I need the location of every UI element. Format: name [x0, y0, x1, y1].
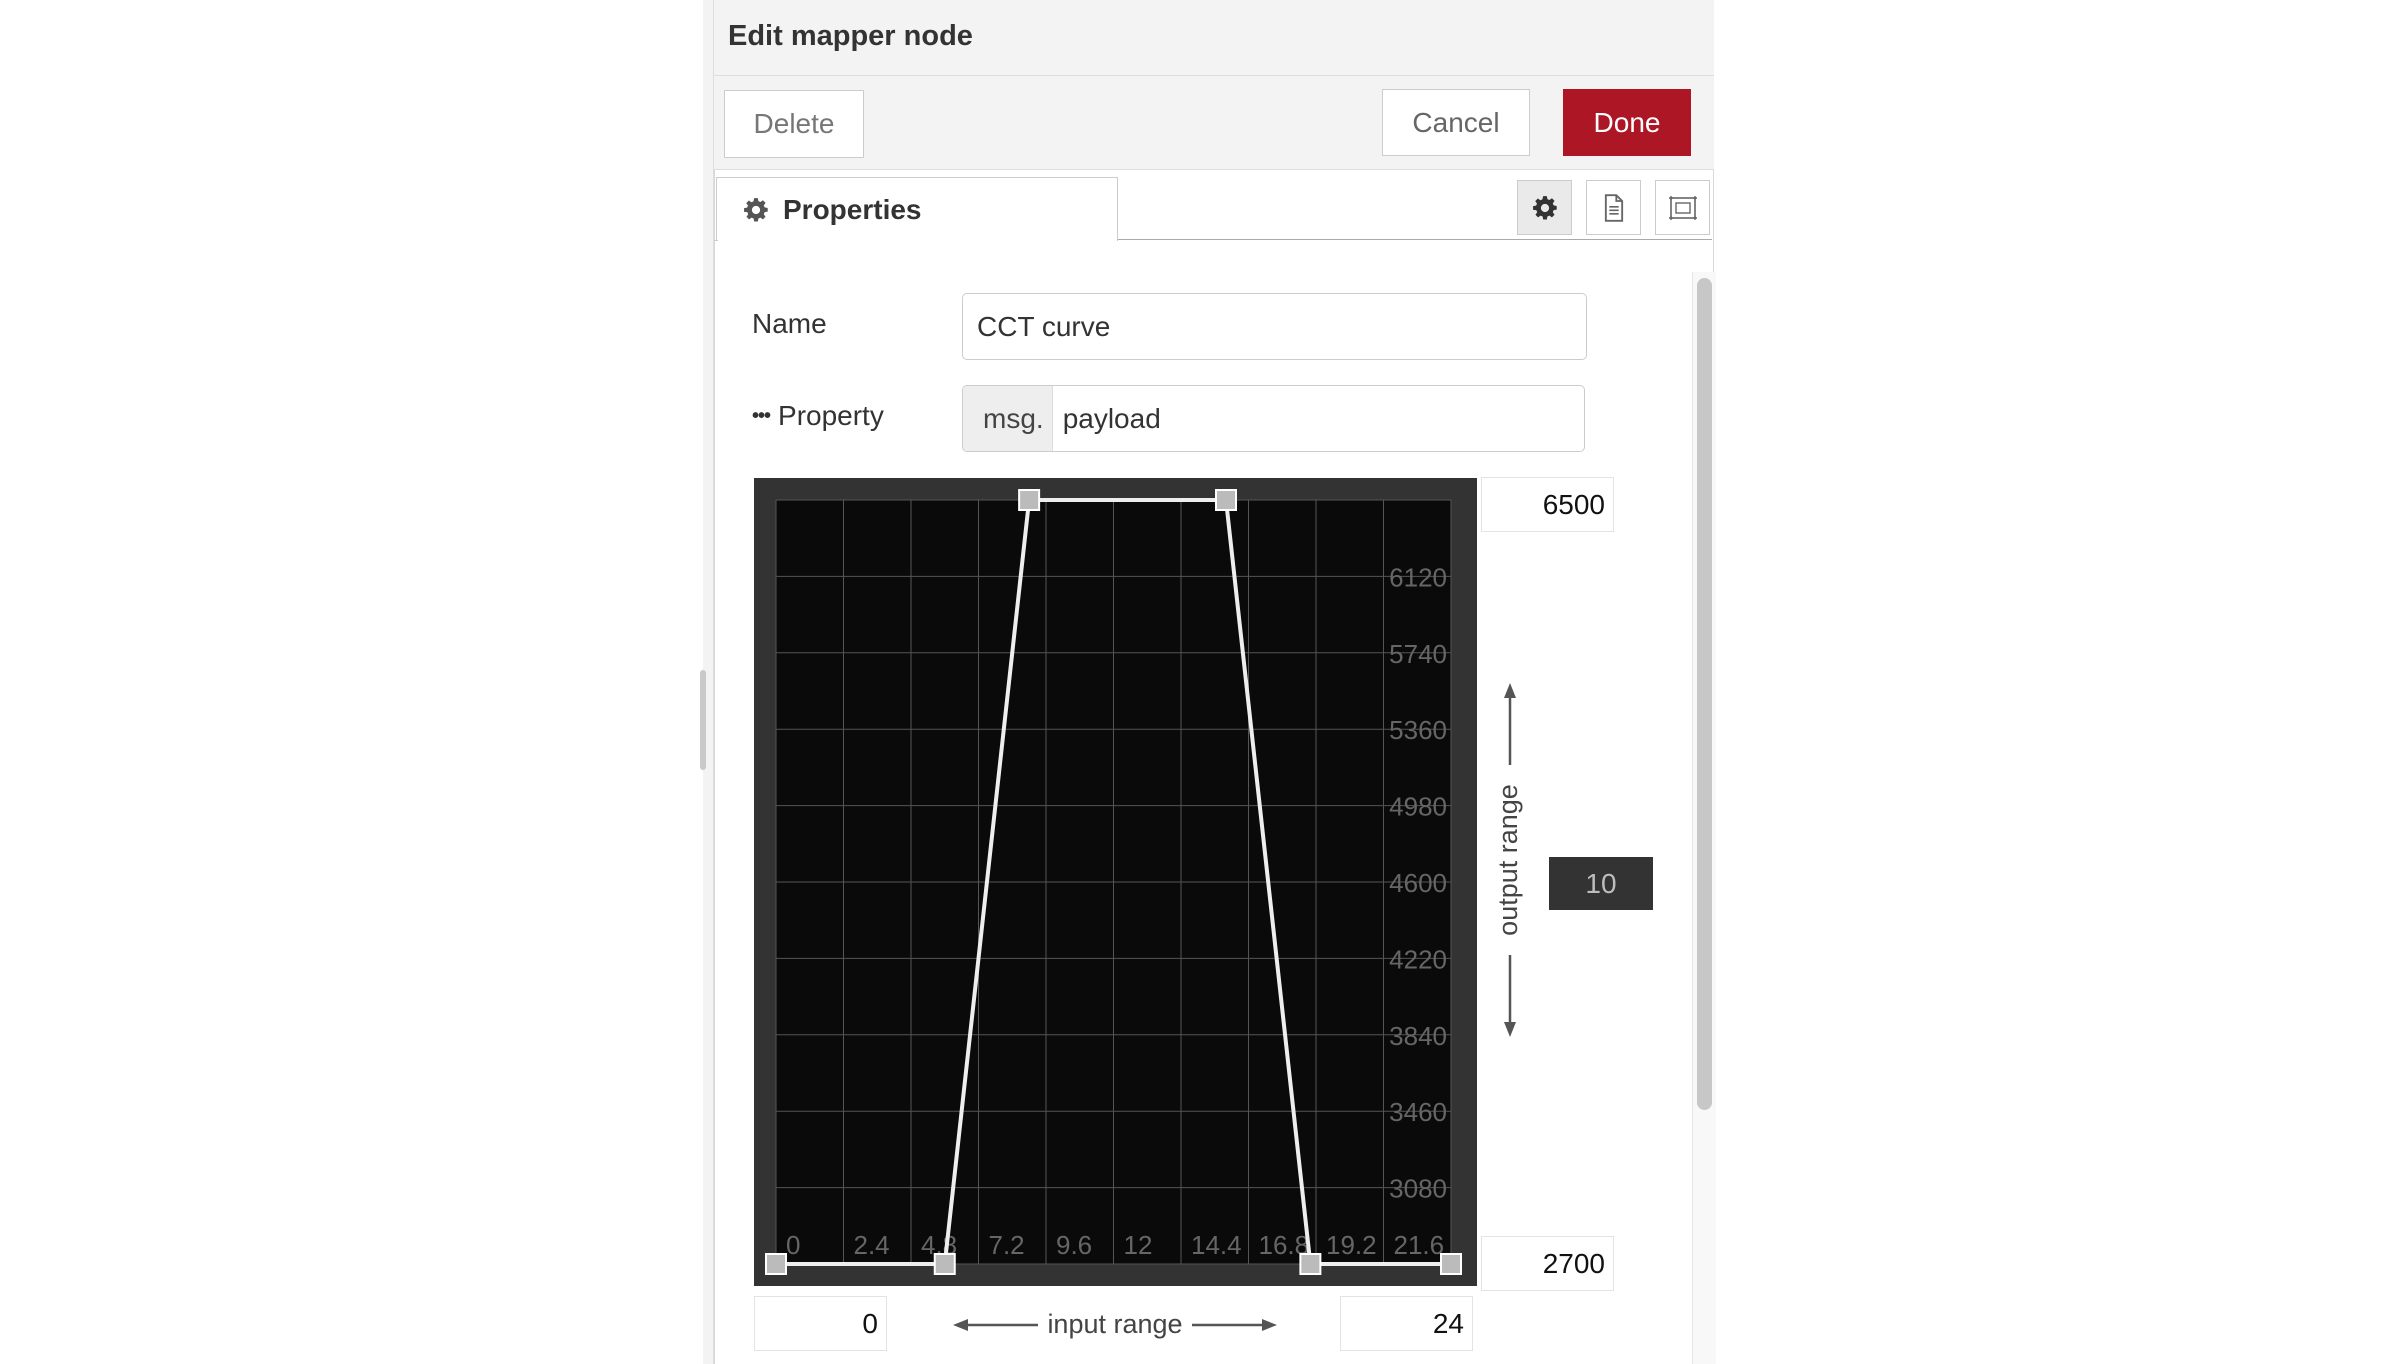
curve-point-handle[interactable]: [765, 1253, 787, 1275]
cancel-button[interactable]: Cancel: [1382, 89, 1530, 156]
property-label-text: Property: [778, 400, 884, 431]
step-value-box[interactable]: 10: [1549, 857, 1653, 910]
arrow-up-icon: [1504, 683, 1516, 698]
tab-label: Properties: [783, 193, 922, 225]
arrow-down-icon: [1504, 1022, 1516, 1037]
resize-handle[interactable]: [700, 670, 706, 770]
curve-point-handle[interactable]: [1440, 1253, 1462, 1275]
curve-point-handle[interactable]: [1215, 489, 1237, 511]
x-tick-label: 2.4: [854, 1230, 890, 1260]
name-input-value: CCT curve: [977, 310, 1111, 342]
document-icon: [1604, 193, 1623, 222]
property-type-select[interactable]: msg.: [963, 386, 1053, 451]
curve-point-handle[interactable]: [1299, 1253, 1322, 1275]
output-range-label: output range: [1493, 683, 1523, 1037]
ellipsis-icon: •••: [752, 404, 771, 427]
frame-icon: [1668, 195, 1697, 220]
y-tick-label: 4220: [1389, 944, 1447, 974]
name-input[interactable]: CCT curve: [962, 293, 1587, 360]
arrow-left-icon: [953, 1319, 968, 1331]
x-tick-label: 14.4: [1191, 1230, 1242, 1260]
tab-divider: [714, 240, 718, 241]
property-input-value: payload: [1062, 402, 1161, 434]
output-max-input[interactable]: 6500: [1481, 477, 1614, 532]
y-tick-label: 3840: [1389, 1021, 1447, 1051]
y-tick-label: 5360: [1389, 715, 1447, 745]
x-tick-label: 21.6: [1394, 1230, 1445, 1260]
property-input[interactable]: msg. payload: [962, 385, 1585, 452]
mapping-curve-chart[interactable]: 0 2.4 4.8 7.2 9.6 12 14.4 16.8 19.2 21.6308034603…: [754, 478, 1477, 1286]
x-tick-label: 19.2: [1326, 1230, 1377, 1260]
node-description-button[interactable]: [1586, 180, 1641, 235]
node-appearance-button[interactable]: [1655, 180, 1710, 235]
curve-point-handle[interactable]: [933, 1253, 956, 1275]
y-tick-label: 3080: [1389, 1174, 1447, 1204]
property-label: ••• Property: [752, 400, 884, 432]
x-tick-label: 0: [786, 1230, 800, 1260]
gear-icon: [744, 197, 768, 221]
node-settings-button[interactable]: [1517, 180, 1572, 235]
input-max-input[interactable]: 24: [1340, 1296, 1473, 1351]
curve-point-handle[interactable]: [1018, 489, 1041, 511]
done-button[interactable]: Done: [1563, 89, 1691, 156]
tab-properties[interactable]: Properties: [716, 177, 1118, 241]
scrollbar-thumb[interactable]: [1697, 278, 1712, 1110]
input-min-input[interactable]: 0: [754, 1296, 887, 1351]
delete-button[interactable]: Delete: [724, 90, 864, 158]
y-tick-label: 5740: [1389, 639, 1447, 669]
arrow-right-icon: [1262, 1319, 1277, 1331]
name-label: Name: [752, 308, 827, 339]
input-range-label: input range: [953, 1309, 1277, 1339]
x-tick-label: 9.6: [1056, 1230, 1092, 1260]
tab-divider: [1118, 239, 1712, 240]
y-tick-label: 4600: [1389, 868, 1447, 898]
x-tick-label: 7.2: [989, 1230, 1025, 1260]
y-tick-label: 4980: [1389, 792, 1447, 822]
input-range-text: input range: [1047, 1309, 1182, 1339]
gear-icon: [1532, 195, 1557, 219]
tray-title: Edit mapper node: [728, 20, 973, 52]
y-tick-label: 6120: [1389, 562, 1447, 592]
output-range-text: output range: [1493, 784, 1523, 936]
y-tick-label: 3460: [1389, 1097, 1447, 1127]
output-min-input[interactable]: 2700: [1481, 1236, 1614, 1291]
x-tick-label: 12: [1124, 1230, 1153, 1260]
